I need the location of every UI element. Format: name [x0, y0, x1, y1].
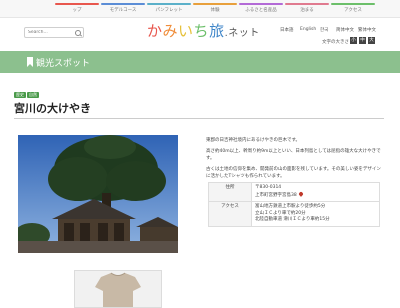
access-line: 北陸自動車道 滑川ＩＣより車約15分: [255, 217, 330, 222]
nav-item-model-course[interactable]: モデルコース: [98, 3, 148, 13]
logo-char: ッ: [238, 28, 250, 39]
tshirt-photo: [74, 270, 162, 308]
nav-color-bar: [101, 3, 145, 5]
info-key-address: 住所: [208, 182, 252, 202]
lang-english[interactable]: English: [300, 27, 316, 32]
description-line: 高さ約40m以上、幹周り約9m以上といい、日本列島としては屈指の雄大な大けやきで…: [206, 149, 381, 161]
logo-char: み: [162, 22, 179, 40]
nav-item-pamphlet[interactable]: パンフレット: [144, 3, 194, 13]
page-title: 宮川の大けやき: [14, 102, 91, 115]
logo-char: ネ: [228, 28, 239, 39]
logo-char: ち: [193, 22, 210, 40]
logo-char: 旅: [209, 22, 225, 40]
info-key-access: アクセス: [208, 201, 252, 227]
zelkova-tree-photo: [18, 135, 178, 253]
spot-description: 東郡の日吉神社境内にあるけやきの巨木です。 高さ約40m以上、幹周り約9m以上と…: [206, 137, 382, 184]
description-line: 東郡の日吉神社境内にあるけやきの巨木です。: [206, 138, 301, 143]
nav-item-stay[interactable]: 泊まる: [282, 3, 332, 13]
nav-label: 体験: [210, 8, 220, 13]
logo-char: い: [178, 22, 194, 40]
logo-char: か: [147, 22, 163, 40]
font-size-large-button[interactable]: 大: [368, 37, 375, 44]
lang-simplified-chinese[interactable]: 简体中文: [336, 27, 354, 33]
top-navigation: ップ モデルコース パンフレット 体験 ふるさと名産品 泊まる アクセス: [0, 0, 400, 18]
info-value-address: 〒830-0314 上市町宮野字宮島38: [251, 182, 380, 202]
site-logo[interactable]: かみいち旅.ネット: [147, 20, 267, 44]
nav-item-local-products[interactable]: ふるさと名産品: [236, 3, 286, 13]
search-icon[interactable]: [75, 29, 81, 36]
table-row: 住所 〒830-0314 上市町宮野字宮島38: [208, 182, 380, 202]
nav-label: アクセス: [344, 8, 362, 13]
tshirt-image: [75, 271, 161, 307]
category-title: 観光スポット: [36, 59, 91, 69]
bookmark-icon: [27, 57, 33, 67]
nav-color-bar: [147, 3, 191, 5]
nav-label: 泊まる: [300, 8, 314, 13]
nav-label: ふるさと名産品: [245, 8, 277, 13]
logo-char: ト: [249, 28, 260, 39]
lang-traditional-chinese[interactable]: 繁体中文: [358, 27, 376, 33]
lang-japanese[interactable]: 日本語: [280, 27, 294, 33]
font-size-label: 文字の大きさ: [322, 40, 349, 45]
info-value-access: 富山地方鉄道上市駅より徒歩約5分 立山ＩＣより車で約20分 北陸自動車道 滑川Ｉ…: [251, 201, 380, 227]
font-size-medium-button[interactable]: 中: [359, 37, 366, 44]
nav-item-top[interactable]: ップ: [52, 3, 102, 13]
address-line: 上市町宮野字宮島38: [255, 190, 376, 200]
search-box: [24, 27, 84, 38]
table-row: アクセス 富山地方鉄道上市駅より徒歩約5分 立山ＩＣより車で約20分 北陸自動車…: [208, 201, 380, 227]
nav-item-experience[interactable]: 体験: [190, 3, 240, 13]
lang-korean[interactable]: 한국: [320, 27, 328, 33]
spot-info-table: 住所 〒830-0314 上市町宮野字宮島38 アクセス 富山地方鉄道上市駅より…: [208, 182, 380, 227]
nav-color-bar: [331, 3, 375, 5]
nav-label: ップ: [72, 8, 82, 13]
nav-label: パンフレット: [155, 8, 183, 13]
title-divider: [14, 118, 384, 119]
tag-history[interactable]: 歴史: [14, 92, 26, 98]
description-line: 古くは土地の信仰を集め、開発前の山の面影を残しています。その美しい姿をデザインに…: [206, 167, 381, 179]
spot-photo: [18, 135, 178, 253]
search-input[interactable]: [28, 28, 72, 37]
nav-color-bar: [285, 3, 329, 5]
address-text: 上市町宮野字宮島38: [255, 192, 297, 198]
tag-nature[interactable]: 自然: [27, 92, 39, 98]
nav-color-bar: [193, 3, 237, 5]
nav-item-access[interactable]: アクセス: [328, 3, 378, 13]
map-pin-icon[interactable]: [297, 190, 304, 197]
font-size-small-button[interactable]: 小: [350, 37, 357, 44]
nav-label: モデルコース: [109, 8, 137, 13]
nav-color-bar: [55, 3, 99, 5]
nav-color-bar: [239, 3, 283, 5]
